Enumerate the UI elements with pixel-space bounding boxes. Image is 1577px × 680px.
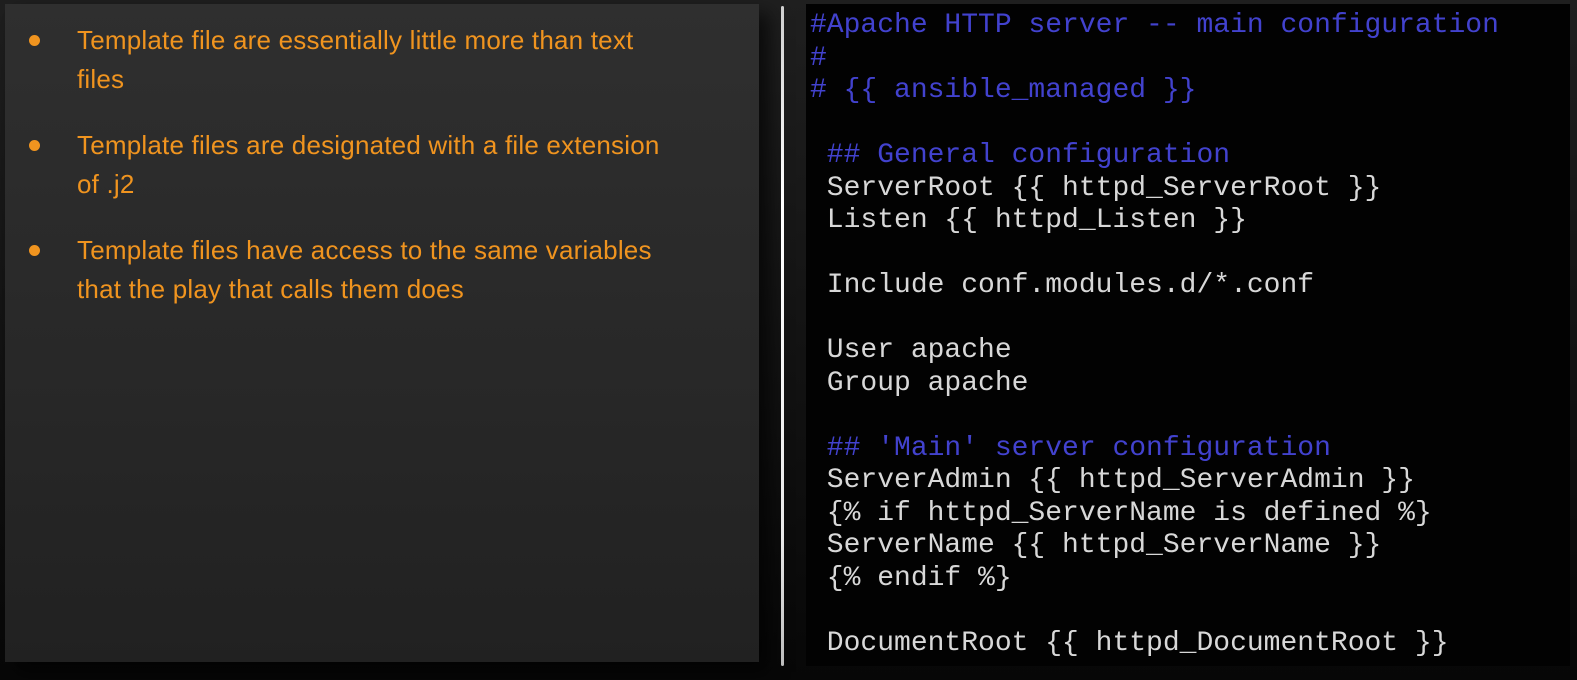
code-line: Group apache <box>810 368 1570 401</box>
code-line <box>810 595 1570 628</box>
terminal-panel: #Apache HTTP server -- main configuratio… <box>806 4 1570 666</box>
bullet-text: Template files have access to the same v… <box>77 231 652 309</box>
slide: Template file are essentially little mor… <box>0 0 1577 680</box>
bullet-text: Template file are essentially little mor… <box>77 21 633 99</box>
code-line <box>810 108 1570 141</box>
bullet-list: Template file are essentially little mor… <box>5 21 741 309</box>
code-line: {% if httpd_ServerName is defined %} <box>810 498 1570 531</box>
code-line: ServerName {{ httpd_ServerName }} <box>810 530 1570 563</box>
code-line: #Apache HTTP server -- main configuratio… <box>810 10 1570 43</box>
bullet-dot-icon <box>29 35 40 46</box>
bullet-text-line: Template file are essentially little mor… <box>77 21 633 60</box>
bullet-dot-icon <box>29 140 40 151</box>
code-line: DocumentRoot {{ httpd_DocumentRoot }} <box>810 628 1570 661</box>
bullet-text-line: of .j2 <box>77 165 660 204</box>
code-line: ## General configuration <box>810 140 1570 173</box>
bullet-text-line: files <box>77 60 633 99</box>
code-line: {% endif %} <box>810 563 1570 596</box>
code-line: ServerAdmin {{ httpd_ServerAdmin }} <box>810 465 1570 498</box>
bullet-text: Template files are designated with a fil… <box>77 126 660 204</box>
bullet-item: Template files have access to the same v… <box>5 231 741 309</box>
code-line <box>810 303 1570 336</box>
code-line: # <box>810 43 1570 76</box>
bullet-text-line: Template files are designated with a fil… <box>77 126 660 165</box>
code-line <box>810 238 1570 271</box>
code-line: Listen {{ httpd_Listen }} <box>810 205 1570 238</box>
code-line: # {{ ansible_managed }} <box>810 75 1570 108</box>
code-line: ## 'Main' server configuration <box>810 433 1570 466</box>
code-line: User apache <box>810 335 1570 368</box>
code-line <box>810 400 1570 433</box>
bullet-dot-icon <box>29 245 40 256</box>
bullet-text-line: that the play that calls them does <box>77 270 652 309</box>
panel-divider <box>781 6 784 666</box>
bullet-panel: Template file are essentially little mor… <box>5 4 759 662</box>
bullet-item: Template file are essentially little mor… <box>5 21 741 99</box>
code-line: Include conf.modules.d/*.conf <box>810 270 1570 303</box>
bullet-item: Template files are designated with a fil… <box>5 126 741 204</box>
bullet-text-line: Template files have access to the same v… <box>77 231 652 270</box>
code-line: ServerRoot {{ httpd_ServerRoot }} <box>810 173 1570 206</box>
